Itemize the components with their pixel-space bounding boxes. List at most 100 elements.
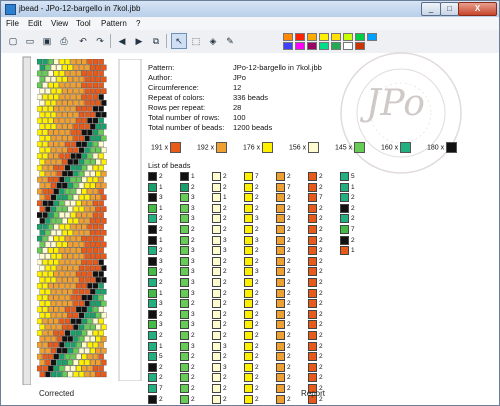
menu-edit[interactable]: Edit	[28, 19, 42, 28]
pattern-bead[interactable]	[39, 123, 45, 130]
pattern-bead[interactable]	[56, 159, 62, 165]
pattern-bead[interactable]	[50, 253, 57, 260]
pattern-bead[interactable]	[56, 100, 62, 106]
pattern-bead[interactable]	[73, 253, 79, 260]
pattern-bead[interactable]	[50, 100, 57, 106]
pattern-bead[interactable]	[101, 359, 107, 366]
pattern-bead[interactable]	[87, 318, 93, 325]
pattern-bead[interactable]	[45, 206, 51, 212]
pattern-bead[interactable]	[39, 194, 45, 201]
pattern-bead[interactable]	[78, 265, 85, 271]
pattern-bead[interactable]	[95, 347, 101, 354]
pattern-bead[interactable]	[92, 235, 99, 242]
pattern-bead[interactable]	[45, 241, 51, 248]
pattern-bead[interactable]	[90, 159, 96, 165]
pattern-bead[interactable]	[42, 271, 48, 277]
pattern-bead[interactable]	[48, 165, 54, 171]
pattern-bead[interactable]	[64, 353, 71, 360]
pattern-bead[interactable]	[70, 129, 76, 136]
pattern-bead[interactable]	[101, 288, 107, 295]
pattern-bead[interactable]	[95, 359, 101, 366]
pattern-bead[interactable]	[53, 82, 59, 89]
pattern-bead[interactable]	[48, 294, 54, 301]
palette-swatch[interactable]	[331, 33, 341, 41]
pattern-bead[interactable]	[81, 330, 87, 336]
pattern-bead[interactable]	[48, 70, 54, 77]
pattern-bead[interactable]	[42, 129, 48, 136]
pattern-bead[interactable]	[59, 188, 65, 195]
pattern-bead[interactable]	[81, 353, 87, 360]
pattern-bead[interactable]	[70, 318, 76, 325]
pattern-bead[interactable]	[56, 64, 62, 71]
pattern-bead[interactable]	[37, 188, 43, 195]
pattern-bead[interactable]	[76, 82, 82, 89]
pattern-bead[interactable]	[67, 371, 73, 378]
pattern-bead[interactable]	[45, 76, 51, 83]
pattern-bead[interactable]	[87, 294, 93, 301]
pattern-bead[interactable]	[70, 70, 76, 77]
pattern-bead[interactable]	[62, 277, 68, 283]
pattern-bead[interactable]	[42, 235, 48, 242]
pattern-bead[interactable]	[76, 353, 82, 360]
open-folder-icon[interactable]: ▭	[22, 33, 38, 49]
pattern-bead[interactable]	[92, 82, 99, 89]
pattern-bead[interactable]	[42, 165, 48, 171]
pattern-bead[interactable]	[76, 94, 82, 100]
pattern-bead[interactable]	[76, 165, 82, 171]
pattern-bead[interactable]	[87, 259, 93, 266]
pattern-bead[interactable]	[95, 147, 101, 153]
pattern-bead[interactable]	[92, 294, 99, 301]
pattern-bead[interactable]	[84, 300, 90, 307]
pattern-bead[interactable]	[50, 206, 57, 212]
pattern-bead[interactable]	[37, 330, 43, 336]
pattern-bead[interactable]	[78, 241, 85, 248]
pattern-bead[interactable]	[84, 100, 90, 106]
pattern-bead[interactable]	[70, 294, 76, 301]
pattern-bead[interactable]	[42, 82, 48, 89]
pattern-bead[interactable]	[73, 288, 79, 295]
pattern-bead[interactable]	[64, 224, 71, 230]
menu-help[interactable]: ?	[136, 19, 140, 28]
pattern-bead[interactable]	[50, 359, 57, 366]
pattern-bead[interactable]	[37, 59, 43, 65]
pattern-bead[interactable]	[42, 283, 48, 289]
pattern-bead[interactable]	[37, 153, 43, 159]
pattern-bead[interactable]	[59, 165, 65, 171]
pattern-bead[interactable]	[78, 324, 85, 330]
pattern-bead[interactable]	[87, 283, 93, 289]
pattern-bead[interactable]	[64, 259, 71, 266]
pattern-bead[interactable]	[78, 218, 85, 224]
pattern-bead[interactable]	[78, 288, 85, 295]
pattern-bead[interactable]	[50, 88, 57, 94]
pattern-bead[interactable]	[98, 141, 104, 148]
pattern-bead[interactable]	[39, 265, 45, 271]
pattern-bead[interactable]	[98, 129, 104, 136]
pattern-bead[interactable]	[84, 111, 90, 118]
pattern-bead[interactable]	[42, 318, 48, 325]
pattern-bead[interactable]	[39, 100, 45, 106]
pattern-bead[interactable]	[62, 76, 68, 83]
pattern-bead[interactable]	[101, 277, 107, 283]
pattern-bead[interactable]	[37, 212, 43, 218]
pattern-bead[interactable]	[101, 253, 107, 260]
pattern-bead[interactable]	[95, 194, 101, 201]
pattern-bead[interactable]	[59, 82, 65, 89]
pointer-icon[interactable]: ↖	[171, 33, 187, 49]
pattern-bead[interactable]	[84, 336, 90, 342]
pattern-bead[interactable]	[101, 100, 107, 106]
pattern-bead[interactable]	[50, 218, 57, 224]
pattern-bead[interactable]	[48, 365, 54, 372]
pattern-bead[interactable]	[78, 229, 85, 236]
pattern-bead[interactable]	[67, 159, 73, 165]
pattern-bead[interactable]	[76, 342, 82, 348]
arrow-right-icon[interactable]: ▶	[131, 33, 147, 49]
pattern-bead[interactable]	[48, 82, 54, 89]
pattern-bead[interactable]	[53, 153, 59, 159]
pattern-bead[interactable]	[56, 170, 62, 177]
pattern-bead[interactable]	[73, 265, 79, 271]
pattern-bead[interactable]	[62, 111, 68, 118]
pattern-bead[interactable]	[67, 347, 73, 354]
pattern-bead[interactable]	[95, 229, 101, 236]
pattern-bead[interactable]	[87, 212, 93, 218]
pattern-bead[interactable]	[45, 170, 51, 177]
